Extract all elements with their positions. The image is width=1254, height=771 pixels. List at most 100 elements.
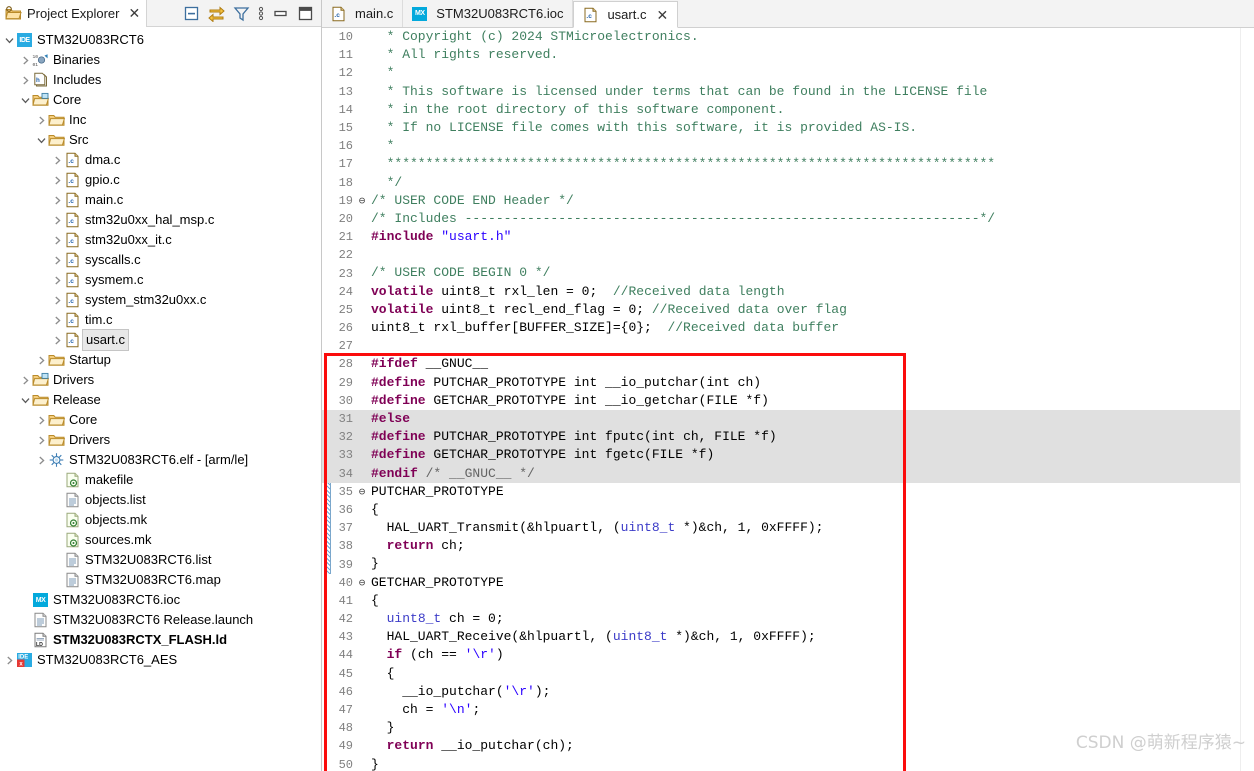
editor-tab[interactable]: .c usart.c ✕ <box>573 1 679 28</box>
chevron-right-icon[interactable] <box>34 430 48 450</box>
tree-item[interactable]: Release <box>0 390 321 410</box>
link-with-editor-icon[interactable] <box>208 5 225 23</box>
chevron-right-icon[interactable] <box>34 410 48 430</box>
tree-item[interactable]: IDE x STM32U083RCT6_AES <box>0 650 321 670</box>
tree-item[interactable]: .c main.c <box>0 190 321 210</box>
tree-item[interactable]: STM32U083RCT6.map <box>0 570 321 590</box>
tree-item[interactable]: STM32U083RCT6.elf - [arm/le] <box>0 450 321 470</box>
c-file-icon: .c <box>582 7 599 23</box>
chevron-right-icon[interactable] <box>50 210 64 230</box>
line-number: 18 <box>338 175 353 190</box>
code-text: * All rights reserved. <box>371 47 559 63</box>
chevron-right-icon[interactable] <box>50 310 64 330</box>
code-line: 49 return __io_putchar(ch); <box>322 737 1254 755</box>
tree-item[interactable]: .c stm32u0xx_it.c <box>0 230 321 250</box>
tree-item[interactable]: Core <box>0 90 321 110</box>
fold-toggle-icon[interactable]: ⊖ <box>356 194 368 208</box>
minimize-icon[interactable] <box>272 5 289 22</box>
tree-item[interactable]: objects.mk <box>0 510 321 530</box>
collapse-all-icon[interactable] <box>183 5 200 22</box>
code-line: 44 if (ch == '\r') <box>322 646 1254 664</box>
tree-item[interactable]: 10 01 Binaries <box>0 50 321 70</box>
fold-toggle-icon[interactable]: ⊖ <box>356 576 368 590</box>
code-text: volatile uint8_t recl_end_flag = 0; //Re… <box>371 301 847 317</box>
chevron-right-icon[interactable] <box>34 110 48 130</box>
chevron-right-icon[interactable] <box>50 330 64 350</box>
c-file-icon: .c <box>330 6 347 22</box>
chevron-right-icon[interactable] <box>18 50 32 70</box>
tree-item-label: objects.mk <box>85 512 148 527</box>
tree-item[interactable]: .c tim.c <box>0 310 321 330</box>
tree-item[interactable]: STM32U083RCT6 Release.launch <box>0 610 321 630</box>
tree-item[interactable]: .c system_stm32u0xx.c <box>0 290 321 310</box>
code-line: 21 #include "usart.h" <box>322 228 1254 246</box>
tree-item[interactable]: .c usart.c <box>0 329 321 351</box>
chevron-right-icon[interactable] <box>50 170 64 190</box>
editor-tab[interactable]: MX STM32U083RCT6.ioc <box>403 0 574 27</box>
tree-item[interactable]: Core <box>0 410 321 430</box>
editor-tab[interactable]: .c main.c <box>322 0 404 27</box>
close-icon[interactable]: ✕ <box>128 6 140 20</box>
chevron-down-icon[interactable] <box>34 130 48 150</box>
view-tabbar: Project Explorer ✕ <box>0 0 321 27</box>
tree-item[interactable]: .c stm32u0xx_hal_msp.c <box>0 210 321 230</box>
tree-item[interactable]: Startup <box>0 350 321 370</box>
chevron-right-icon[interactable] <box>50 230 64 250</box>
svg-text:.c: .c <box>68 258 74 265</box>
view-menu-icon[interactable] <box>258 5 264 22</box>
tree-item[interactable]: h Includes <box>0 70 321 90</box>
chevron-right-icon[interactable] <box>50 190 64 210</box>
tree-item[interactable]: .c gpio.c <box>0 170 321 190</box>
tree-item[interactable]: Drivers <box>0 370 321 390</box>
tree-item[interactable]: .c dma.c <box>0 150 321 170</box>
tree-item-label: dma.c <box>85 152 121 167</box>
folder-icon <box>32 392 50 408</box>
maximize-icon[interactable] <box>297 5 314 22</box>
code-line: 43 HAL_UART_Receive(&hlpuartl, (uint8_t … <box>322 628 1254 646</box>
tree-item[interactable]: Inc <box>0 110 321 130</box>
code-line: 29 #define PUTCHAR_PROTOTYPE int __io_put… <box>322 374 1254 392</box>
code-editor[interactable]: 10 * Copyright (c) 2024 STMicroelectroni… <box>322 28 1254 771</box>
chevron-right-icon[interactable] <box>34 450 48 470</box>
close-icon[interactable]: ✕ <box>656 8 668 22</box>
tree-item[interactable]: .c syscalls.c <box>0 250 321 270</box>
chevron-right-icon[interactable] <box>2 650 16 670</box>
chevron-right-icon[interactable] <box>18 70 32 90</box>
chevron-right-icon[interactable] <box>50 270 64 290</box>
tree-item[interactable]: sources.mk <box>0 530 321 550</box>
chevron-right-icon[interactable] <box>50 150 64 170</box>
tree-item[interactable]: .c sysmem.c <box>0 270 321 290</box>
code-line: 37 HAL_UART_Transmit(&hlpuartl, (uint8_t… <box>322 519 1254 537</box>
chevron-down-icon[interactable] <box>2 30 16 50</box>
tree-item-label: Startup <box>69 352 111 367</box>
chevron-right-icon[interactable] <box>18 370 32 390</box>
text-file-icon <box>64 572 81 588</box>
fold-toggle-icon[interactable]: ⊖ <box>356 485 368 499</box>
chevron-down-icon[interactable] <box>18 390 32 410</box>
tree-item[interactable]: STM32U083RCT6.list <box>0 550 321 570</box>
tree-item[interactable]: LD STM32U083RCTX_FLASH.ld <box>0 630 321 650</box>
source-folder-icon <box>32 372 50 388</box>
line-number: 44 <box>338 648 353 663</box>
chevron-right-icon[interactable] <box>50 250 64 270</box>
svg-text:IDE: IDE <box>18 655 28 661</box>
editor-vertical-scrollbar[interactable] <box>1240 28 1254 771</box>
chevron-right-icon[interactable] <box>34 350 48 370</box>
tab-project-explorer[interactable]: Project Explorer ✕ <box>0 0 148 27</box>
tree-item[interactable]: makefile <box>0 470 321 490</box>
tree-item[interactable]: IDE STM32U083RCT6 <box>0 30 321 50</box>
tree-item[interactable]: Drivers <box>0 430 321 450</box>
chevron-right-icon[interactable] <box>50 290 64 310</box>
tree-item[interactable]: MX STM32U083RCT6.ioc <box>0 590 321 610</box>
folder-icon <box>48 412 66 428</box>
code-text: HAL_UART_Receive(&hlpuartl, (uint8_t *)&… <box>371 629 816 645</box>
filter-icon[interactable] <box>233 5 250 22</box>
chevron-down-icon[interactable] <box>18 90 32 110</box>
tree-item[interactable]: objects.list <box>0 490 321 510</box>
project-tree[interactable]: IDE STM32U083RCT6 10 01 Binaries h Includes Cor… <box>0 27 321 771</box>
tree-item[interactable]: Src <box>0 130 321 150</box>
code-line: 47 ch = '\n'; <box>322 701 1254 719</box>
tree-item-label: sources.mk <box>85 532 152 547</box>
